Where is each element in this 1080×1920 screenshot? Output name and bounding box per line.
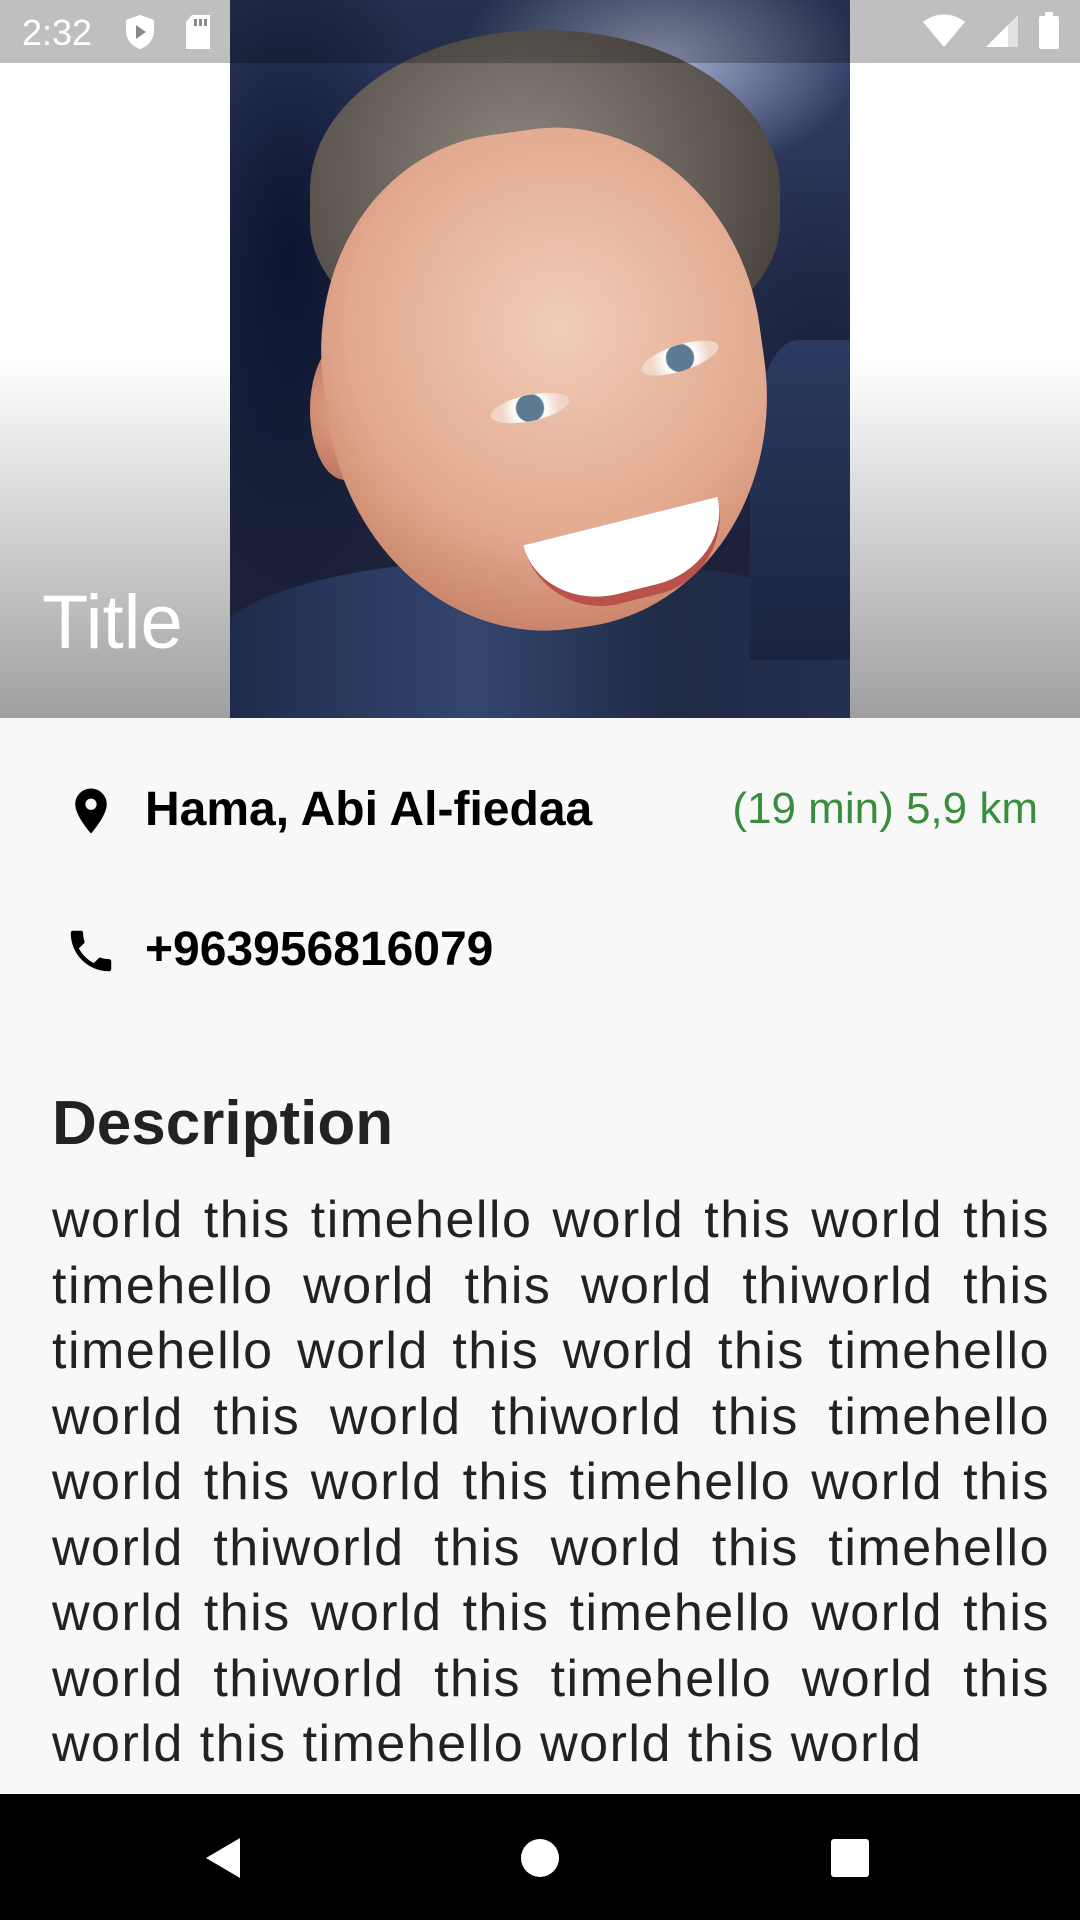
phone-number: +963956816079 [145, 923, 494, 976]
distance-text: (19 min) 5,9 km [732, 784, 1038, 833]
location-pin-icon [75, 788, 107, 834]
wifi-icon [923, 14, 965, 47]
collapsing-header: Title [0, 0, 1080, 718]
play-protect-icon [126, 15, 154, 49]
address-text: Hama, Abi Al-fiedaa [145, 783, 593, 836]
status-bar: 2:32 [0, 0, 1080, 63]
profile-photo [230, 0, 850, 718]
phone-icon [70, 930, 112, 972]
sd-card-icon [186, 15, 210, 49]
description-body: world this timehello world this world th… [52, 1191, 1050, 1773]
description-heading: Description [52, 1089, 394, 1158]
phone-row[interactable]: +963956816079 [0, 910, 1080, 986]
home-icon[interactable] [516, 1834, 564, 1882]
battery-icon [1039, 12, 1059, 49]
signal-icon [986, 15, 1018, 47]
status-time: 2:32 [22, 12, 93, 53]
location-row[interactable]: Hama, Abi Al-fiedaa (19 min) 5,9 km [0, 770, 1080, 846]
back-icon[interactable] [200, 1834, 248, 1882]
navigation-bar [0, 1794, 1080, 1920]
header-title: Title [42, 580, 183, 665]
recents-icon[interactable] [826, 1834, 874, 1882]
